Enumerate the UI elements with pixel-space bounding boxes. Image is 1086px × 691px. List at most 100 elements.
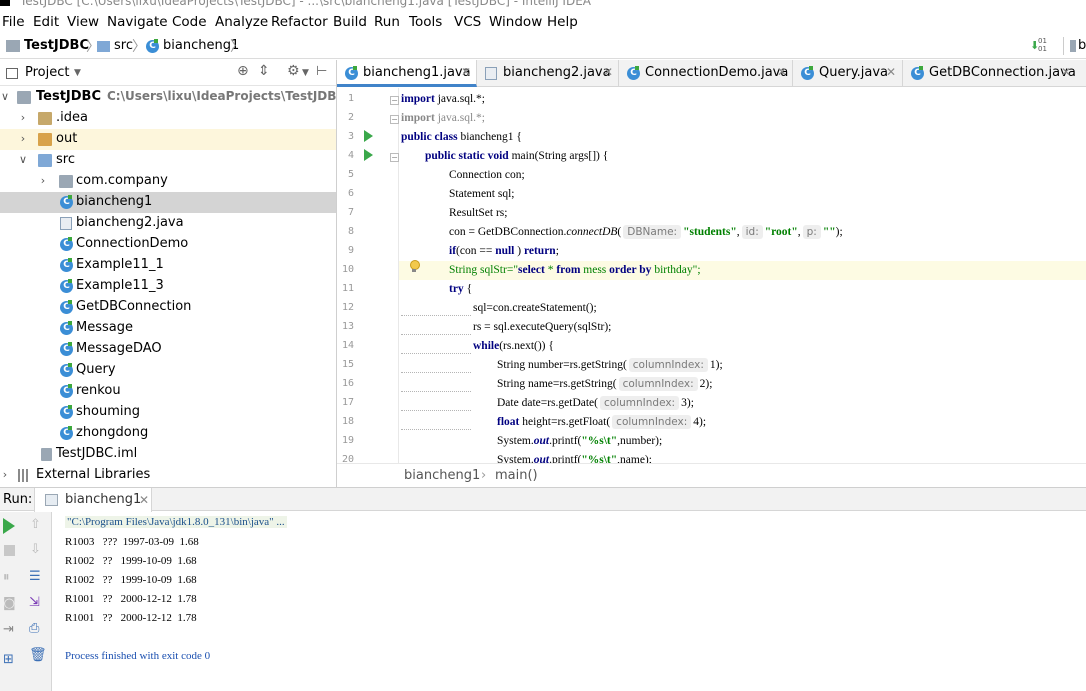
code-text: ,: [736, 226, 740, 238]
tree-item-biancheng1[interactable]: C biancheng1: [0, 192, 336, 213]
print-icon[interactable]: ⎙: [29, 621, 45, 637]
close-icon[interactable]: ✕: [1061, 65, 1071, 79]
dropdown-arrow-icon[interactable]: ▼: [302, 68, 309, 78]
tab-getdbconnection-java[interactable]: C GetDBConnection.java ✕: [903, 60, 1086, 87]
menu-file[interactable]: File: [2, 14, 25, 30]
fold-icon[interactable]: −: [390, 96, 399, 105]
tree-item-com-company[interactable]: › com.company: [0, 171, 336, 192]
down-arrow-icon[interactable]: ⇩: [30, 542, 46, 558]
run-tab-biancheng1[interactable]: biancheng1 ✕: [34, 488, 152, 512]
pause-icon[interactable]: ⏸: [3, 570, 19, 586]
hide-panel-icon[interactable]: ⊢: [316, 64, 327, 79]
tree-item-shouming[interactable]: C shouming: [0, 402, 336, 423]
fold-icon[interactable]: −: [390, 115, 399, 124]
stop-icon[interactable]: [4, 545, 15, 556]
menu-window[interactable]: Window: [489, 14, 542, 30]
run-gutter-icon[interactable]: [364, 149, 373, 161]
layout-icon[interactable]: ⊞: [3, 652, 19, 668]
exit-icon[interactable]: ⇥: [3, 622, 19, 638]
fold-icon[interactable]: −: [390, 153, 399, 162]
run-gutter-icon[interactable]: [364, 130, 373, 142]
up-arrow-icon[interactable]: ⇧: [30, 517, 46, 533]
close-icon[interactable]: ✕: [139, 493, 149, 507]
tree-item-query[interactable]: C Query: [0, 360, 336, 381]
tree-item-message[interactable]: C Message: [0, 318, 336, 339]
chevron-right-icon[interactable]: ›: [18, 111, 28, 124]
trash-icon[interactable]: 🗑: [29, 647, 47, 663]
class-icon: C: [345, 66, 358, 80]
chevron-down-icon[interactable]: ∨: [18, 153, 28, 166]
chevron-down-icon[interactable]: ∨: [0, 90, 10, 103]
menu-build[interactable]: Build: [333, 14, 367, 30]
line-number: 18: [341, 416, 354, 427]
tree-item-biancheng2-java[interactable]: biancheng2.java: [0, 213, 336, 234]
code-keyword: float: [497, 416, 520, 428]
tab-biancheng2-java[interactable]: biancheng2.java ✕: [477, 60, 619, 87]
collapse-all-icon[interactable]: ⇕: [258, 63, 270, 79]
tree-item-messagedao[interactable]: C MessageDAO: [0, 339, 336, 360]
tree-item-label: TestJDBC.iml: [56, 446, 138, 461]
run-label: Run:: [3, 492, 33, 507]
menu-help[interactable]: Help: [547, 14, 578, 30]
class-icon: C: [60, 342, 73, 356]
rerun-icon[interactable]: [3, 518, 15, 534]
lightbulb-icon[interactable]: [409, 260, 420, 272]
menu-run[interactable]: Run: [374, 14, 400, 30]
code-keyword: try: [449, 283, 464, 295]
tab-connectiondemo-java[interactable]: C ConnectionDemo.java ✕: [619, 60, 793, 87]
tree-item-label: biancheng2.java: [76, 215, 184, 230]
tab-query-java[interactable]: C Query.java ✕: [793, 60, 903, 87]
breadcrumb-src[interactable]: src: [114, 38, 133, 53]
menu-code[interactable]: Code: [172, 14, 207, 30]
tree-item-testjdbc[interactable]: ∨ TestJDBC C:\Users\lixu\IdeaProjects\Tes…: [0, 87, 336, 108]
camera-icon[interactable]: ◙: [3, 596, 19, 612]
code-line-4: public static void main(String args[]) {: [425, 147, 608, 166]
project-view-selector[interactable]: Project: [25, 65, 69, 80]
menu-edit[interactable]: Edit: [33, 14, 59, 30]
indent-guide: [401, 351, 471, 354]
console-output[interactable]: "C:\Program Files\Java\jdk1.8.0_131\bin\…: [53, 512, 1086, 691]
tree-item-example11-3[interactable]: C Example11_3: [0, 276, 336, 297]
tree-item-src[interactable]: ∨ src: [0, 150, 336, 171]
close-icon[interactable]: ✕: [777, 65, 787, 79]
code-text: .printf(: [549, 454, 582, 463]
tree-item-testjdbc-iml[interactable]: TestJDBC.iml: [0, 444, 336, 465]
editor-breadcrumb-method[interactable]: main(): [495, 468, 538, 483]
project-view-icon: [6, 68, 18, 79]
scroll-to-end-icon[interactable]: ⇲: [29, 595, 45, 611]
tree-item-renkou[interactable]: C renkou: [0, 381, 336, 402]
line-number: 9: [347, 245, 354, 256]
menu-tools[interactable]: Tools: [409, 14, 442, 30]
iml-file-icon: [41, 448, 52, 461]
param-hint: columnIndex:: [628, 358, 708, 372]
code-editor[interactable]: 1 2 3 4 5 6 7 8 9 10 11 12 13 14 15 16 1…: [337, 88, 1086, 463]
tree-item-external-libraries[interactable]: › External Libraries: [0, 465, 336, 486]
chevron-right-icon[interactable]: ›: [38, 174, 48, 187]
menu-refactor[interactable]: Refactor: [271, 14, 328, 30]
run-config-selector[interactable]: bi: [1076, 38, 1086, 53]
chevron-right-icon[interactable]: ›: [18, 132, 28, 145]
close-icon[interactable]: ✕: [886, 65, 896, 79]
gear-icon[interactable]: ⚙: [287, 63, 300, 79]
scroll-from-source-icon[interactable]: ⊕: [237, 63, 249, 79]
tree-item-getdbconnection[interactable]: C GetDBConnection: [0, 297, 336, 318]
menu-navigate[interactable]: Navigate: [107, 14, 168, 30]
menu-vcs[interactable]: VCS: [454, 14, 481, 30]
soft-wrap-icon[interactable]: ☰: [29, 569, 45, 585]
close-icon[interactable]: ✕: [603, 65, 613, 79]
tree-item-example11-1[interactable]: C Example11_1: [0, 255, 336, 276]
close-icon[interactable]: ✕: [461, 65, 471, 79]
breadcrumb-project[interactable]: TestJDBC: [24, 38, 89, 53]
tree-item-zhongdong[interactable]: C zhongdong: [0, 423, 336, 444]
tree-item-connectiondemo[interactable]: C ConnectionDemo: [0, 234, 336, 255]
tree-item-out[interactable]: › out: [0, 129, 336, 150]
tab-biancheng1-java[interactable]: C biancheng1.java ✕: [337, 60, 477, 87]
breadcrumb-class[interactable]: biancheng1: [163, 38, 239, 53]
menu-analyze[interactable]: Analyze: [215, 14, 268, 30]
tree-item-idea[interactable]: › .idea: [0, 108, 336, 129]
dropdown-arrow-icon[interactable]: ▼: [74, 68, 81, 78]
editor-breadcrumb-class[interactable]: biancheng1: [404, 468, 480, 483]
chevron-right-icon[interactable]: ›: [0, 468, 10, 481]
menu-view[interactable]: View: [67, 14, 99, 30]
class-icon: C: [60, 405, 73, 419]
